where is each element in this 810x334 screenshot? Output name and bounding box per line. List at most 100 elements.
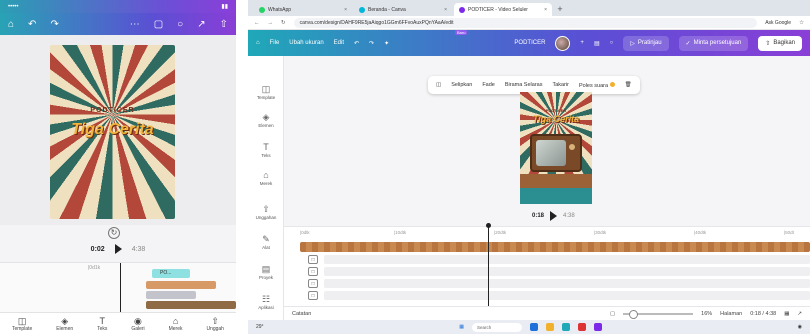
phone-timeline[interactable]: |0d1k PO... (0, 262, 236, 313)
taskbar-search[interactable]: Search (471, 322, 522, 332)
whatsapp-icon (259, 6, 265, 13)
timeline-row[interactable] (324, 255, 810, 264)
rail-aplikasi[interactable]: ☷ Aplikasi (248, 294, 284, 310)
tv-illustration (530, 134, 582, 172)
insights-icon[interactable]: ▤ (594, 40, 600, 47)
rotate-icon[interactable]: ↻ (108, 227, 120, 239)
file-menu[interactable]: File (270, 40, 280, 46)
play-icon[interactable] (550, 211, 558, 221)
timeline-row[interactable] (324, 267, 810, 276)
folder-icon[interactable] (545, 323, 554, 331)
share-icon[interactable]: ⇧ (220, 19, 228, 30)
nav-template[interactable]: ◫ Template (12, 316, 32, 332)
poster-preview[interactable]: PODTICER Tiga Cerita (50, 45, 175, 219)
star-icon[interactable]: ☆ (799, 20, 804, 26)
approval-button[interactable]: ✓ Minta persetujuan (678, 35, 749, 51)
expand-icon[interactable]: ↗ (197, 19, 205, 30)
resize-menu[interactable]: Ubah ukuran (289, 40, 323, 46)
audio-track[interactable] (300, 242, 810, 252)
nav-galeri[interactable]: ◉ Galeri (131, 316, 144, 332)
tab-whatsapp[interactable]: WhatsApp × (254, 3, 352, 16)
layer-icon[interactable]: □ (308, 267, 318, 276)
wifi-icon[interactable]: ◉ (798, 324, 802, 330)
close-icon[interactable]: × (444, 7, 447, 13)
add-user-icon[interactable]: + (580, 40, 584, 46)
layers-icon[interactable]: ▢ (154, 19, 163, 30)
rail-template[interactable]: ◫ Template (248, 84, 284, 100)
share-button[interactable]: ⇧ Bagikan (758, 35, 802, 51)
clip-track-2[interactable] (146, 291, 196, 299)
weather-widget[interactable]: 29° (256, 324, 264, 330)
undo-icon[interactable]: ↶ (354, 40, 359, 47)
comment-icon[interactable]: ○ (177, 19, 183, 30)
text-icon: T (99, 315, 105, 326)
audio-clip[interactable]: PO... (152, 269, 190, 278)
magic-icon[interactable]: ✦ (384, 40, 389, 47)
beat-sync-button[interactable]: Birama Selaras (505, 82, 543, 88)
fade-button[interactable]: Fade (482, 82, 495, 88)
forward-icon[interactable]: → (268, 20, 274, 26)
doc-title[interactable]: PODTICER (514, 40, 545, 46)
tab-podticer[interactable]: PODTICER - Video Seluler × (454, 3, 552, 16)
timeline[interactable]: |0dtk |10dtk |20dtk |30dtk |40dtk |50dt … (284, 223, 810, 307)
undo-icon[interactable]: ↶ (28, 19, 36, 30)
zoom-slider[interactable] (623, 309, 694, 319)
rail-teks[interactable]: T Teks (248, 142, 284, 158)
playhead[interactable] (488, 225, 489, 307)
nav-teks[interactable]: T Teks (97, 316, 107, 332)
canva-icon[interactable] (593, 323, 602, 331)
home-icon[interactable]: ⌂ (8, 19, 14, 30)
trash-icon[interactable]: 🗑 (625, 82, 632, 88)
captions-button[interactable]: Takarir (552, 82, 569, 88)
tab-canva-home[interactable]: Beranda - Canva × (354, 3, 452, 16)
enhance-voice-button[interactable]: Poles suara (579, 81, 615, 89)
close-icon[interactable]: × (544, 7, 547, 13)
nav-elemen[interactable]: ◈ Elemen (56, 316, 73, 332)
redo-icon[interactable]: ↷ (369, 40, 374, 47)
app-icon[interactable] (577, 323, 586, 331)
clip-label: PO... (160, 270, 172, 276)
rail-merek[interactable]: ⌂ Merek (248, 170, 284, 186)
poster-subtitle: PODTICER (545, 108, 567, 113)
layer-icon[interactable]: □ (308, 291, 318, 300)
home-icon[interactable]: ⌂ (256, 40, 260, 46)
rail-alat[interactable]: ✎ Alat (248, 234, 284, 250)
reload-icon[interactable]: ↻ (281, 20, 286, 26)
preview-button[interactable]: ▷ Pratinjau (623, 35, 669, 51)
avatar[interactable] (555, 35, 571, 51)
edit-menu[interactable]: Edit (334, 40, 344, 46)
redo-icon[interactable]: ↷ (50, 19, 58, 30)
notes-button[interactable]: Catatan (292, 311, 311, 317)
zoom-level[interactable]: 16% (701, 311, 712, 317)
rail-proyek[interactable]: ▤ Proyek (248, 264, 284, 280)
rail-unggahan[interactable]: ⇧ Unggahan (248, 204, 284, 220)
layer-icon[interactable]: □ (308, 279, 318, 288)
browser-icon[interactable] (561, 323, 570, 331)
grid-icon[interactable]: ▦ (784, 311, 789, 317)
layer-icon[interactable]: □ (308, 255, 318, 264)
ask-google-button[interactable]: Ask Google (765, 20, 791, 26)
windows-icon[interactable]: ▦ (459, 324, 464, 330)
play-icon[interactable] (114, 244, 122, 254)
url-field[interactable]: canva.com/design/DAHF9RE5jaAiqgo1GGm6FFv… (293, 17, 758, 28)
clip-track-3[interactable] (146, 301, 236, 309)
back-icon[interactable]: ← (254, 20, 260, 26)
timeline-row[interactable] (324, 279, 810, 288)
insert-button[interactable]: Selipkan (451, 82, 472, 88)
more-icon[interactable]: ⋯ (130, 19, 140, 30)
page-icon[interactable]: ▢ (610, 311, 615, 317)
rail-elemen[interactable]: ◈ Elemen (248, 112, 284, 128)
clip-track-1[interactable] (146, 281, 216, 289)
playhead[interactable] (120, 263, 121, 313)
new-tab-icon[interactable]: + (554, 4, 566, 14)
fullscreen-icon[interactable]: ↗ (797, 311, 802, 317)
canvas-poster[interactable]: PODTICER Tiga Cerita (520, 92, 592, 204)
nav-unggah[interactable]: ⇧ Unggah (206, 316, 224, 332)
timeline-row[interactable] (324, 291, 810, 300)
app-icon[interactable] (529, 323, 538, 331)
pages-button[interactable]: Halaman (720, 311, 742, 317)
split-icon[interactable]: ◫ (436, 82, 441, 88)
nav-merek[interactable]: ⌂ Merek (169, 316, 183, 332)
close-icon[interactable]: × (344, 7, 347, 13)
comment-icon[interactable]: ○ (610, 40, 614, 46)
